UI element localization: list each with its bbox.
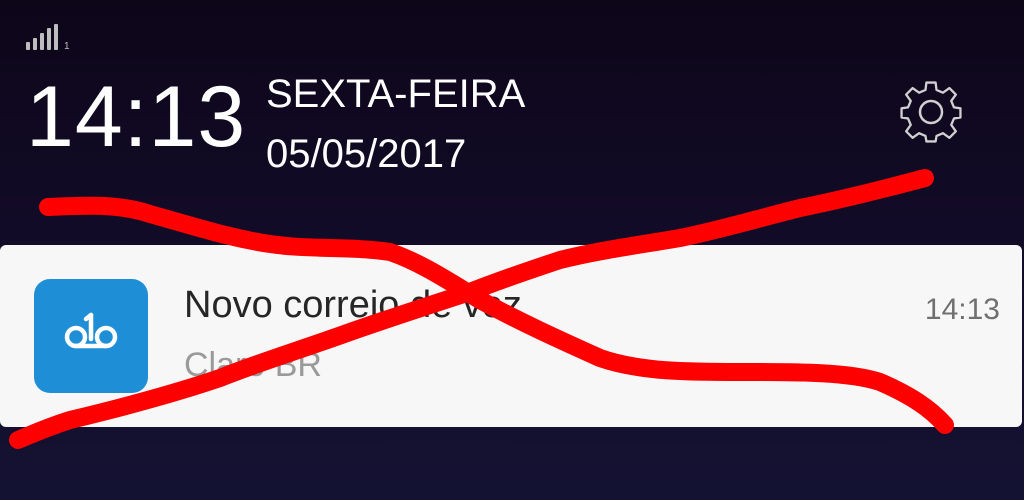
gear-icon — [900, 81, 962, 143]
status-bar: 1 — [0, 0, 1024, 60]
notification-subtitle: Claro BR — [184, 346, 322, 384]
clock-time: 14:13 — [26, 69, 247, 165]
day-of-week: SEXTA-FEIRA — [266, 72, 526, 116]
app-icon — [34, 279, 148, 393]
sim-slot-label: 1 — [64, 41, 70, 52]
notification-title: Novo correio de voz — [184, 284, 522, 326]
signal-strength-icon: 1 — [26, 22, 70, 52]
voicemail-notification[interactable]: Novo correio de voz Claro BR 14:13 — [0, 245, 1022, 427]
date-label: 05/05/2017 — [266, 132, 467, 176]
voicemail-icon — [64, 312, 118, 349]
settings-button[interactable] — [896, 80, 966, 144]
notification-time: 14:13 — [924, 293, 1000, 326]
